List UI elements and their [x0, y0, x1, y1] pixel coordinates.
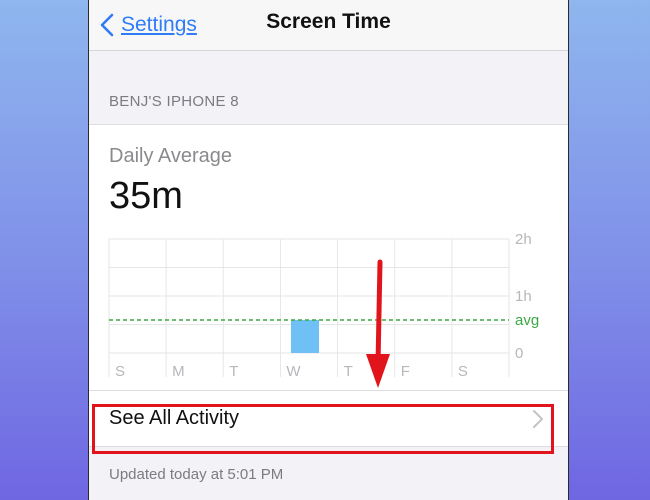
chart-x-tick-label: S: [115, 363, 125, 380]
chart-x-tick-label: T: [344, 363, 353, 380]
iphone-screen: Settings Screen Time BENJ'S IPHONE 8 Dai…: [88, 0, 569, 500]
red-arrow-annotation: [366, 259, 390, 388]
chart-x-tick-label: W: [286, 363, 301, 380]
chart-x-tick-label: M: [172, 363, 185, 380]
usage-card[interactable]: Daily Average 35m avg 2h 1h 0 S M T W T F S: [89, 124, 568, 391]
chart-average-label: avg: [515, 312, 539, 329]
page-title: Screen Time: [266, 10, 391, 33]
chart-x-tick-label: F: [401, 363, 410, 380]
updated-timestamp: Updated today at 5:01 PM: [109, 466, 284, 483]
see-all-activity-label: See All Activity: [109, 407, 240, 429]
chart-y-tick-label: 2h: [515, 231, 532, 248]
chart-bar: [291, 319, 319, 353]
daily-average-label: Daily Average: [109, 145, 233, 167]
chart-x-tick-label: S: [458, 363, 468, 380]
divider: [89, 446, 568, 447]
chevron-right-icon: [533, 410, 543, 428]
weekly-usage-chart[interactable]: avg 2h 1h 0 S M T W T F S: [89, 225, 568, 385]
see-all-activity-row[interactable]: See All Activity: [89, 391, 568, 447]
navigation-bar: Settings Screen Time: [89, 0, 568, 51]
chart-y-tick-label: 0: [515, 345, 523, 362]
daily-average-value: 35m: [109, 175, 183, 217]
chart-x-tick-label: T: [229, 363, 238, 380]
device-section-header: BENJ'S IPHONE 8: [109, 93, 239, 110]
chart-y-tick-label: 1h: [515, 288, 532, 305]
